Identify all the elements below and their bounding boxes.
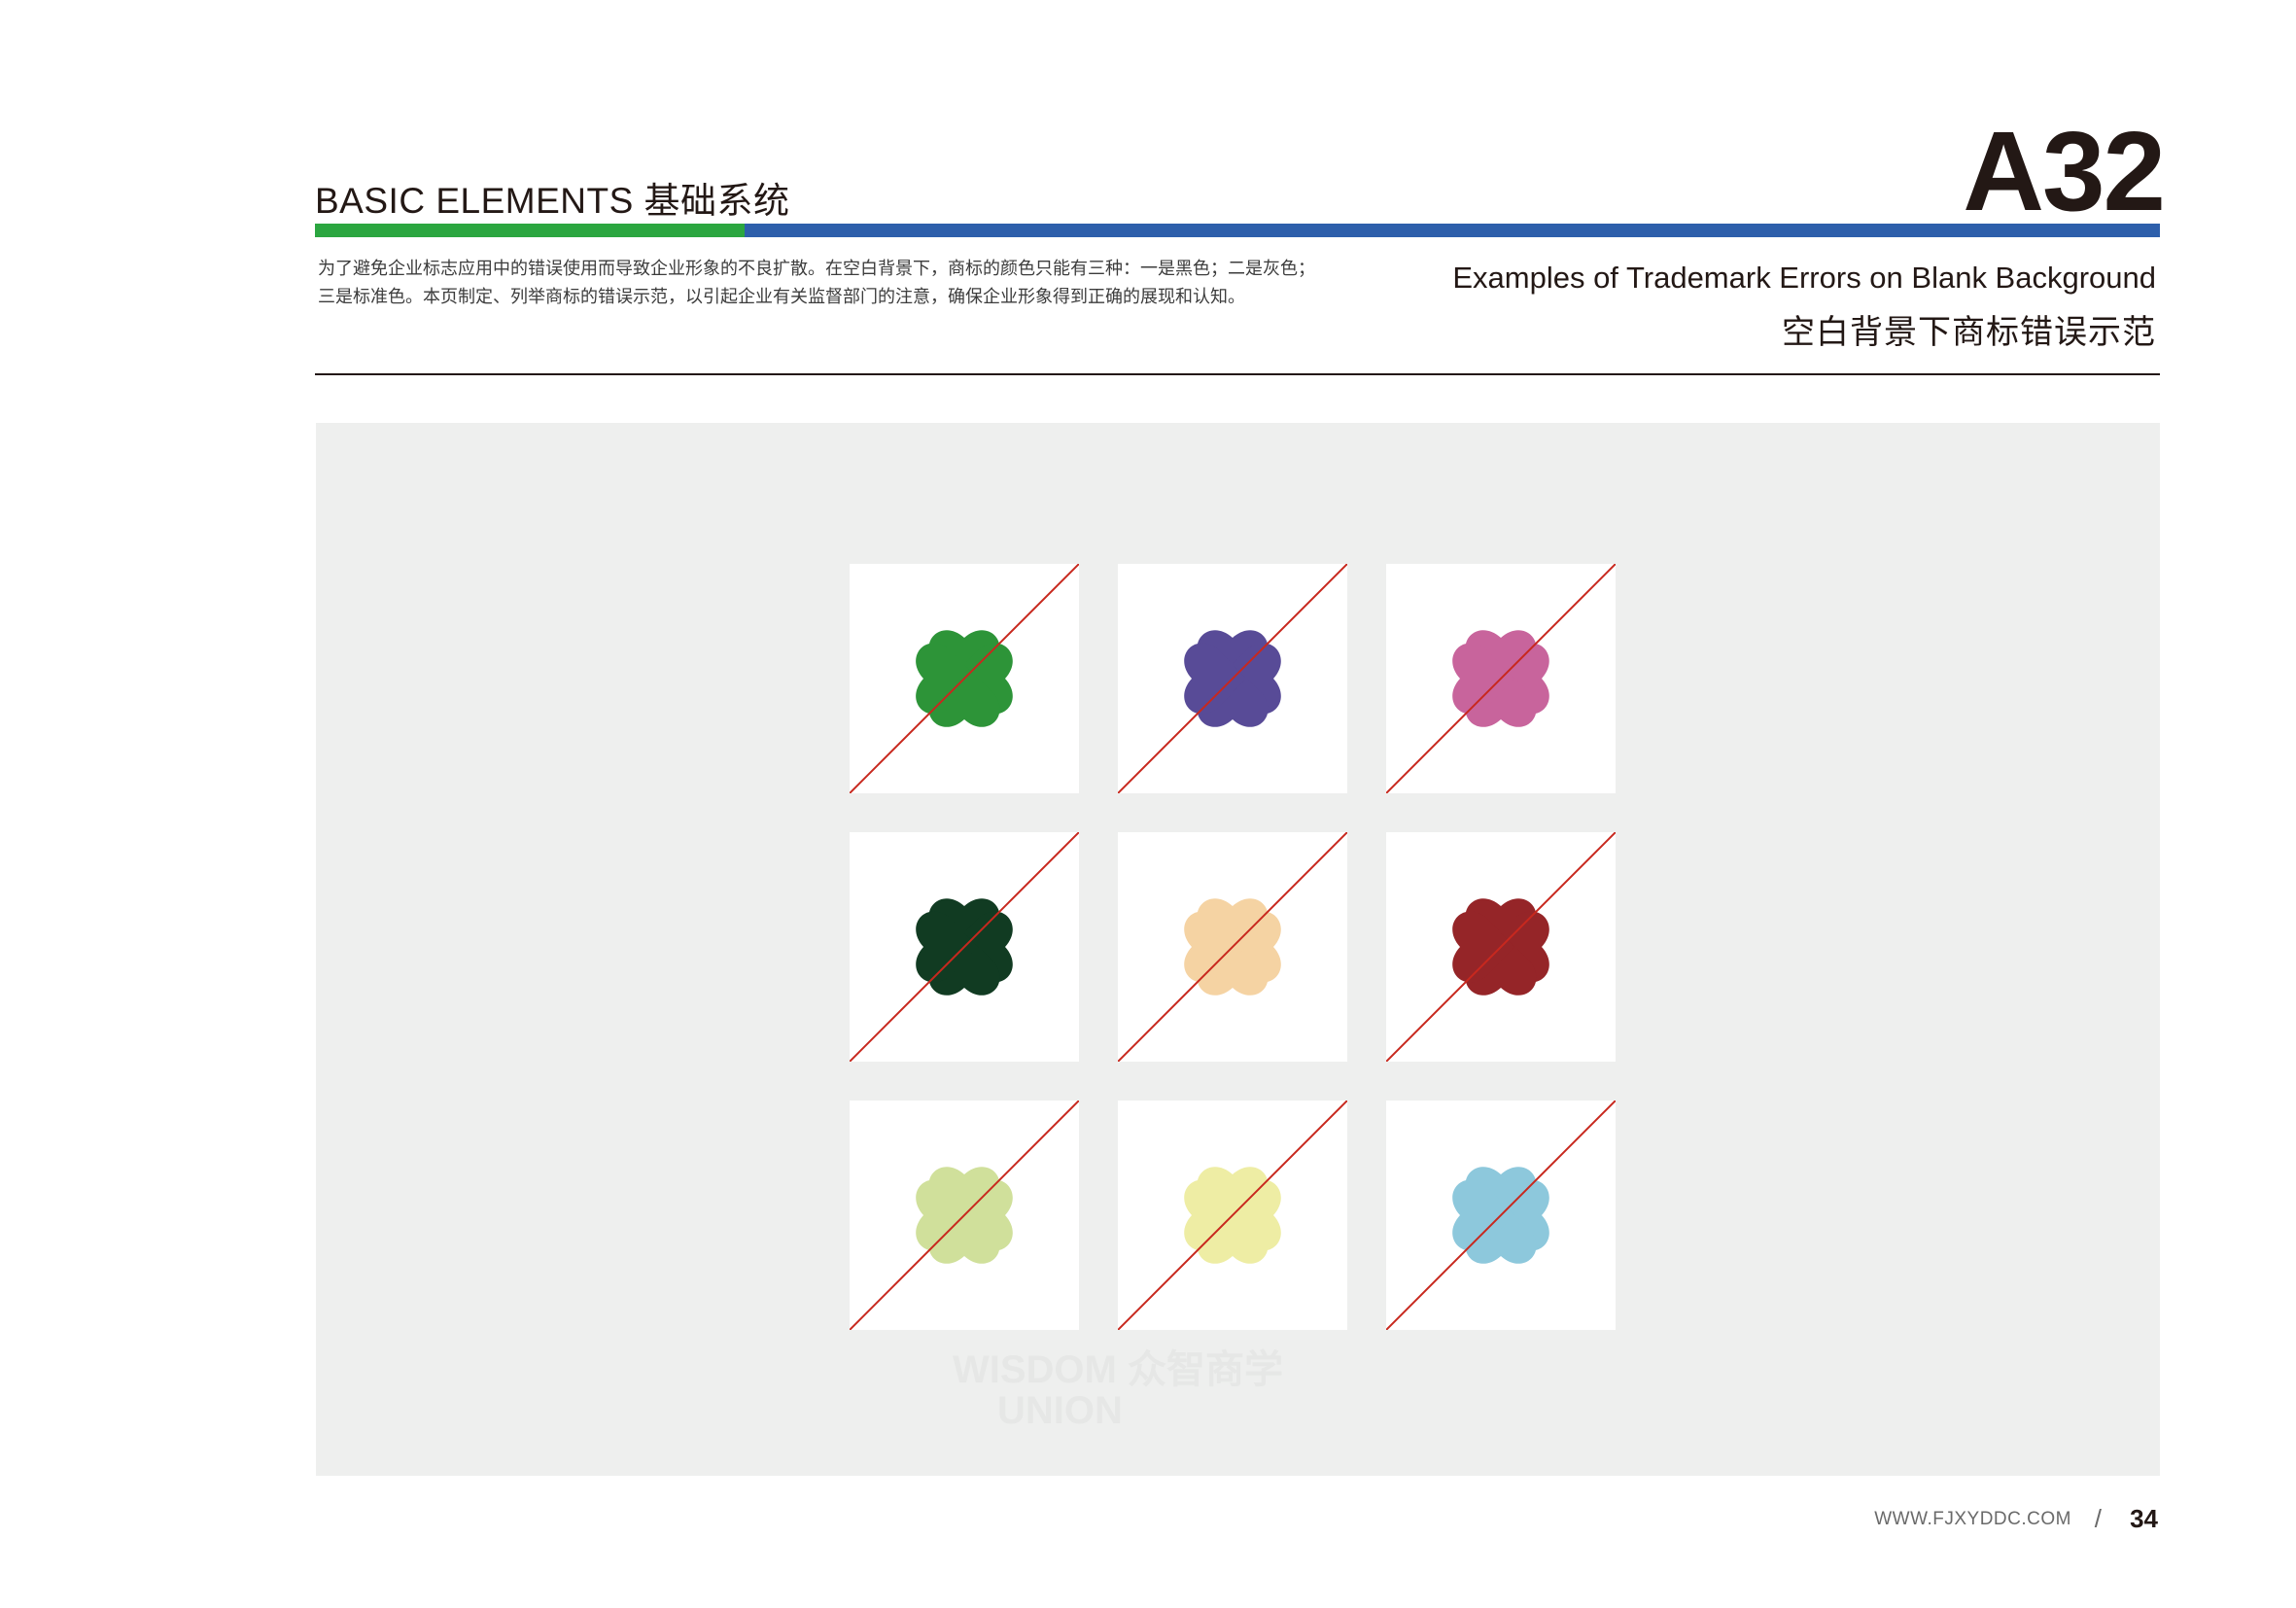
error-example-tile	[850, 832, 1079, 1062]
error-example-tile	[850, 1101, 1079, 1330]
error-example-tile	[1386, 1101, 1616, 1330]
watermark-line-2: UNION	[997, 1389, 1123, 1432]
section-title: BASIC ELEMENTS 基础系统	[315, 181, 790, 221]
header-bar-blue	[745, 224, 2160, 237]
clover-logo-icon	[1386, 1101, 1616, 1330]
page-title-en: Examples of Trademark Errors on Blank Ba…	[1452, 261, 2156, 295]
examples-panel	[316, 423, 2160, 1476]
clover-logo-icon	[850, 1101, 1079, 1330]
error-example-tile	[1118, 1101, 1347, 1330]
error-strike-line	[1118, 564, 1347, 793]
error-strike-line	[1118, 1101, 1347, 1330]
error-strike-line	[850, 832, 1079, 1062]
error-strike-line	[1386, 1101, 1616, 1330]
header-divider	[315, 373, 2160, 375]
error-example-tile	[1386, 832, 1616, 1062]
clover-logo-icon	[1118, 832, 1347, 1062]
watermark-line-1: WISDOM 众智商学	[953, 1348, 1283, 1391]
page-code: A32	[1963, 108, 2166, 234]
error-example-tile	[1118, 564, 1347, 793]
clover-logo-icon	[1386, 564, 1616, 793]
clover-logo-icon	[1118, 1101, 1347, 1330]
page-number: 34	[2130, 1504, 2158, 1533]
page-title-cn: 空白背景下商标错误示范	[1782, 314, 2156, 351]
description-line-2: 三是标准色。本页制定、列举商标的错误示范，以引起企业有关监督部门的注意，确保企业…	[318, 287, 1245, 306]
clover-logo-icon	[1118, 564, 1347, 793]
footer-url: WWW.FJXYDDC.COM	[1874, 1509, 2071, 1529]
error-strike-line	[1118, 832, 1347, 1062]
error-strike-line	[850, 1101, 1079, 1330]
description-line-1: 为了避免企业标志应用中的错误使用而导致企业形象的不良扩散。在空白背景下，商标的颜…	[318, 259, 1315, 278]
error-example-tile	[1118, 832, 1347, 1062]
error-example-tile	[1386, 564, 1616, 793]
clover-logo-icon	[850, 564, 1079, 793]
footer-separator: /	[2094, 1504, 2102, 1533]
error-example-tile	[850, 564, 1079, 793]
clover-logo-icon	[1386, 832, 1616, 1062]
error-strike-line	[1386, 564, 1616, 793]
header-bar-green	[315, 224, 745, 237]
watermark: WISDOM 众智商学 UNION	[953, 1349, 1283, 1431]
error-strike-line	[1386, 832, 1616, 1062]
clover-logo-icon	[850, 832, 1079, 1062]
error-strike-line	[850, 564, 1079, 793]
